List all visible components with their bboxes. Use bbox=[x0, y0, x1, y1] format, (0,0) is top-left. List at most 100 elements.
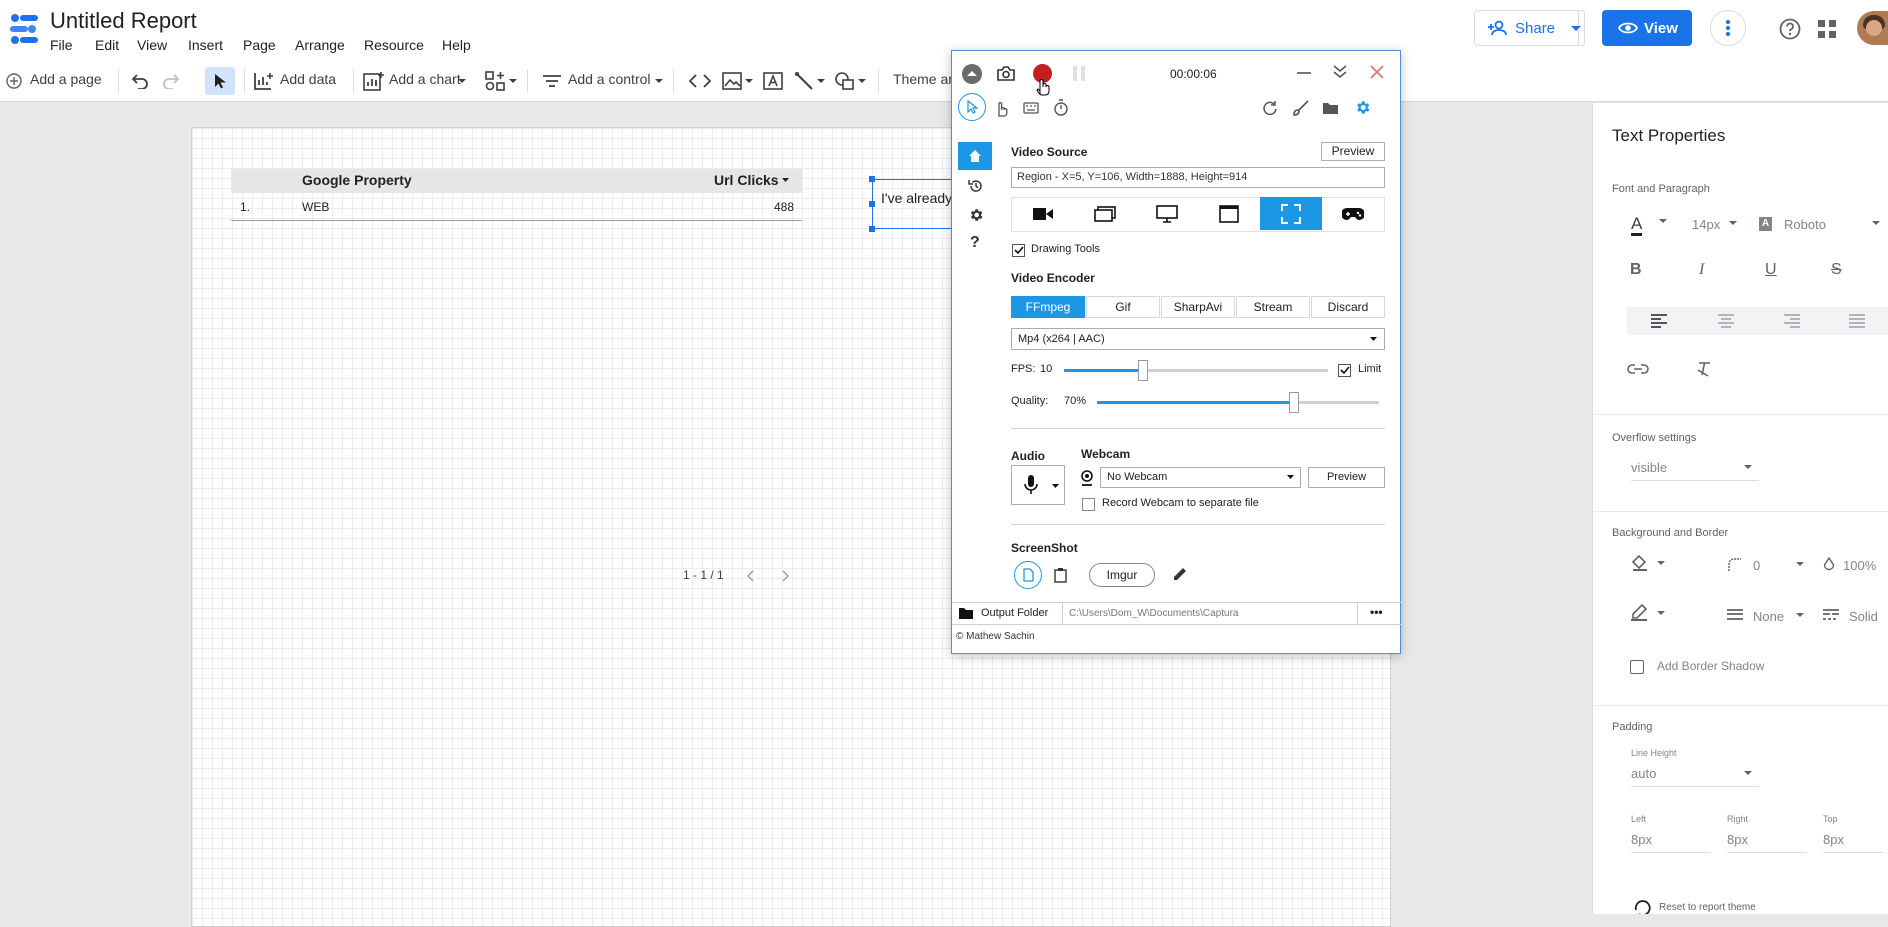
imgur-button[interactable]: Imgur bbox=[1089, 563, 1155, 587]
padding-top-select[interactable]: 8px bbox=[1823, 832, 1883, 853]
add-page-icon[interactable] bbox=[6, 73, 22, 89]
shape-icon[interactable] bbox=[834, 71, 856, 91]
timer-icon[interactable] bbox=[1053, 99, 1069, 116]
add-data-icon[interactable] bbox=[253, 71, 275, 91]
camera-icon[interactable] bbox=[997, 66, 1015, 81]
double-chevron-down-icon[interactable] bbox=[1333, 65, 1347, 79]
limit-checkbox[interactable] bbox=[1338, 364, 1351, 377]
clipboard-icon[interactable] bbox=[1054, 568, 1067, 583]
source-screen[interactable] bbox=[1136, 197, 1198, 230]
encoder-ffmpeg[interactable]: FFmpeg bbox=[1011, 296, 1085, 318]
menu-help[interactable]: Help bbox=[442, 37, 471, 53]
opacity-value[interactable]: 100% bbox=[1843, 558, 1876, 573]
border-style-value[interactable]: Solid bbox=[1849, 609, 1878, 624]
underline-icon[interactable]: U bbox=[1765, 261, 1777, 279]
resize-handle[interactable] bbox=[869, 226, 875, 232]
webcam-preview-button[interactable]: Preview bbox=[1308, 467, 1385, 488]
view-button[interactable]: View bbox=[1602, 10, 1692, 46]
help-icon[interactable]: ? bbox=[970, 234, 980, 252]
screenshot-disk-button[interactable] bbox=[1014, 561, 1042, 589]
refresh-icon[interactable] bbox=[1262, 100, 1278, 116]
table-header-clicks[interactable]: Url Clicks bbox=[714, 172, 779, 188]
next-page-icon[interactable] bbox=[782, 570, 790, 582]
text-color-icon[interactable]: A bbox=[1631, 215, 1643, 236]
shadow-checkbox[interactable] bbox=[1630, 660, 1644, 674]
source-camera[interactable] bbox=[1012, 197, 1074, 230]
menu-view[interactable]: View bbox=[137, 37, 167, 53]
encoder-gif[interactable]: Gif bbox=[1086, 296, 1160, 318]
menu-resource[interactable]: Resource bbox=[364, 37, 424, 53]
record-webcam-checkbox[interactable] bbox=[1082, 498, 1095, 511]
align-right-icon[interactable] bbox=[1784, 314, 1800, 328]
settings-gear-icon[interactable] bbox=[968, 207, 984, 223]
fps-slider-thumb[interactable] bbox=[1138, 360, 1148, 381]
padding-right-select[interactable]: 8px bbox=[1727, 832, 1807, 853]
output-path[interactable]: C:\Users\Dom_W\Documents\Captura bbox=[1069, 608, 1239, 619]
bold-icon[interactable]: B bbox=[1630, 261, 1642, 279]
menu-insert[interactable]: Insert bbox=[188, 37, 223, 53]
strikethrough-icon[interactable]: S bbox=[1831, 261, 1842, 279]
align-center-icon[interactable] bbox=[1718, 314, 1734, 328]
source-window[interactable] bbox=[1074, 197, 1136, 230]
quality-slider-thumb[interactable] bbox=[1289, 392, 1299, 413]
close-icon[interactable] bbox=[1370, 65, 1384, 79]
fill-color-icon[interactable] bbox=[1630, 553, 1648, 571]
reset-theme-link[interactable]: Reset to report theme bbox=[1659, 902, 1756, 913]
add-chart-button[interactable]: Add a chart bbox=[389, 71, 461, 87]
border-weight-value[interactable]: None bbox=[1753, 609, 1784, 624]
border-radius-value[interactable]: 0 bbox=[1753, 558, 1760, 573]
click-hand-icon[interactable] bbox=[995, 101, 1009, 117]
align-left-icon[interactable] bbox=[1651, 314, 1667, 328]
italic-icon[interactable]: I bbox=[1699, 261, 1704, 279]
more-options-button[interactable]: ••• bbox=[1370, 605, 1383, 619]
source-fullscreen[interactable] bbox=[1198, 197, 1260, 230]
add-chart-icon[interactable] bbox=[363, 71, 385, 91]
font-family-select[interactable]: Roboto bbox=[1784, 217, 1826, 232]
edit-pencil-icon[interactable] bbox=[1172, 567, 1187, 582]
audio-source-button[interactable] bbox=[1011, 465, 1065, 505]
format-select[interactable]: Mp4 (x264 | AAC) bbox=[1011, 328, 1385, 350]
overflow-select[interactable]: visible bbox=[1631, 460, 1759, 481]
history-icon[interactable] bbox=[968, 178, 984, 194]
nav-home[interactable] bbox=[958, 142, 992, 170]
folder-icon[interactable] bbox=[958, 607, 974, 620]
apps-grid-icon[interactable] bbox=[1818, 20, 1836, 38]
line-height-select[interactable]: auto bbox=[1631, 766, 1759, 787]
padding-left-select[interactable]: 8px bbox=[1631, 832, 1711, 853]
sort-desc-icon[interactable] bbox=[782, 178, 789, 182]
pointer-tool-button[interactable] bbox=[958, 93, 986, 121]
fps-slider[interactable] bbox=[1064, 360, 1328, 381]
video-source-preview-button[interactable]: Preview bbox=[1321, 142, 1385, 161]
border-color-icon[interactable] bbox=[1630, 603, 1648, 621]
undo-icon[interactable] bbox=[131, 73, 149, 89]
resize-handle[interactable] bbox=[869, 201, 875, 207]
link-icon[interactable] bbox=[1627, 363, 1649, 375]
encoder-stream[interactable]: Stream bbox=[1236, 296, 1310, 318]
redo-icon[interactable] bbox=[162, 73, 180, 89]
menu-arrange[interactable]: Arrange bbox=[295, 37, 345, 53]
select-tool-button[interactable] bbox=[205, 67, 235, 95]
folder-icon[interactable] bbox=[1322, 101, 1339, 115]
font-size-select[interactable]: 14px bbox=[1692, 217, 1720, 232]
share-button[interactable]: Share bbox=[1474, 10, 1579, 46]
add-page-button[interactable]: Add a page bbox=[30, 71, 102, 87]
settings-gear-icon[interactable] bbox=[1354, 99, 1371, 116]
collapse-button[interactable] bbox=[962, 64, 982, 84]
more-options-button[interactable] bbox=[1710, 10, 1746, 46]
community-viz-icon[interactable] bbox=[485, 71, 507, 91]
brush-icon[interactable] bbox=[1293, 100, 1309, 116]
keyboard-icon[interactable] bbox=[1023, 102, 1039, 114]
image-icon[interactable] bbox=[722, 72, 742, 90]
source-game[interactable] bbox=[1322, 197, 1384, 230]
drawing-tools-checkbox[interactable] bbox=[1012, 244, 1025, 257]
region-field[interactable]: Region - X=5, Y=106, Width=1888, Height=… bbox=[1011, 167, 1385, 188]
share-dropdown[interactable] bbox=[1568, 10, 1585, 46]
text-box-icon[interactable] bbox=[763, 72, 783, 90]
align-justify-icon[interactable] bbox=[1849, 314, 1865, 328]
clear-format-icon[interactable] bbox=[1696, 361, 1712, 377]
add-data-button[interactable]: Add data bbox=[280, 71, 336, 87]
minimize-icon[interactable] bbox=[1297, 72, 1311, 74]
help-icon[interactable] bbox=[1779, 18, 1801, 40]
menu-edit[interactable]: Edit bbox=[95, 37, 119, 53]
line-icon[interactable] bbox=[794, 71, 814, 91]
